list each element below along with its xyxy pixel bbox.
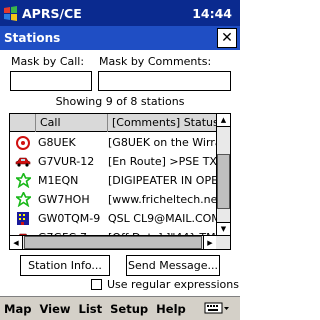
horizontal-scroll-thumb[interactable] xyxy=(24,236,202,249)
list-header: Call [Comments] Status xyxy=(10,114,217,132)
send-message-button[interactable]: Send Message... xyxy=(126,255,220,276)
window-caption: Stations ✕ xyxy=(0,26,240,50)
mask-call-input[interactable] xyxy=(10,71,92,91)
menu-setup[interactable]: Setup xyxy=(106,302,152,316)
menu-map[interactable]: Map xyxy=(0,302,35,316)
station-call: G7VUR-12 xyxy=(38,155,95,168)
scroll-left-icon[interactable]: ◀ xyxy=(10,236,23,249)
station-status: [G8UEK on the Wirral xyxy=(108,136,217,149)
digipeater-star-icon xyxy=(10,171,36,190)
vertical-scroll-thumb[interactable] xyxy=(217,154,230,209)
horizontal-scrollbar[interactable]: ◀ ▶ xyxy=(10,235,230,249)
station-info-button[interactable]: Station Info... xyxy=(20,255,110,276)
close-icon: ✕ xyxy=(221,30,233,46)
station-count-text: Showing 9 of 8 stations xyxy=(55,95,185,108)
window-title: Stations xyxy=(4,31,61,45)
scroll-down-icon[interactable]: ▼ xyxy=(217,222,230,235)
clock[interactable]: 14:44 xyxy=(192,6,240,21)
windows-start-icon[interactable] xyxy=(0,0,20,26)
station-call: GW7HOH xyxy=(38,193,90,206)
menu-list[interactable]: List xyxy=(75,302,107,316)
regex-checkbox-label[interactable]: Use regular expressions xyxy=(107,278,239,291)
station-call: GW0TQM-9 xyxy=(38,212,101,225)
column-header-icon[interactable] xyxy=(10,114,36,132)
mask-call-label: Mask by Call: xyxy=(11,55,85,68)
station-status: QSL CL9@MAIL.COM xyxy=(108,212,217,225)
list-row[interactable]: GW0TQM-9 QSL CL9@MAIL.COM xyxy=(10,209,217,228)
menu-view[interactable]: View xyxy=(35,302,74,316)
target-icon xyxy=(10,133,36,152)
list-row[interactable]: G8UEK [G8UEK on the Wirral xyxy=(10,133,217,152)
station-call: M1EQN xyxy=(38,174,79,187)
car-icon xyxy=(10,152,36,171)
station-status: [www.fricheltech.net xyxy=(108,193,217,206)
list-row[interactable]: G7VUR-12 [En Route] >PSE TX T xyxy=(10,152,217,171)
close-button[interactable]: ✕ xyxy=(217,28,237,48)
menu-help[interactable]: Help xyxy=(152,302,190,316)
column-header-status[interactable]: [Comments] Status xyxy=(108,114,217,132)
station-status: [DIGIPEATER IN OPER xyxy=(108,174,217,187)
keyboard-icon[interactable] xyxy=(204,300,230,316)
list-row[interactable]: M1EQN [DIGIPEATER IN OPER xyxy=(10,171,217,190)
scroll-up-icon[interactable]: ▲ xyxy=(217,114,230,127)
building-icon xyxy=(10,209,36,228)
menu-bar: Map View List Setup Help xyxy=(0,296,240,320)
list-row[interactable]: GW7HOH [www.fricheltech.net xyxy=(10,190,217,209)
station-status: [En Route] >PSE TX T xyxy=(108,155,217,168)
scroll-right-icon[interactable]: ▶ xyxy=(203,236,216,249)
column-header-call[interactable]: Call xyxy=(36,114,108,132)
digipeater-star-icon xyxy=(10,190,36,209)
mask-comments-input[interactable] xyxy=(98,71,231,91)
mask-comments-label: Mask by Comments: xyxy=(99,55,212,68)
taskbar: APRS/CE 14:44 xyxy=(0,0,240,26)
stations-list[interactable]: Call [Comments] Status G8UEK [G8UEK on t… xyxy=(9,113,231,250)
regex-checkbox[interactable] xyxy=(91,279,102,290)
vertical-scrollbar[interactable]: ▲ ▼ xyxy=(216,114,230,249)
app-title: APRS/CE xyxy=(22,5,82,21)
station-call: G8UEK xyxy=(38,136,76,149)
